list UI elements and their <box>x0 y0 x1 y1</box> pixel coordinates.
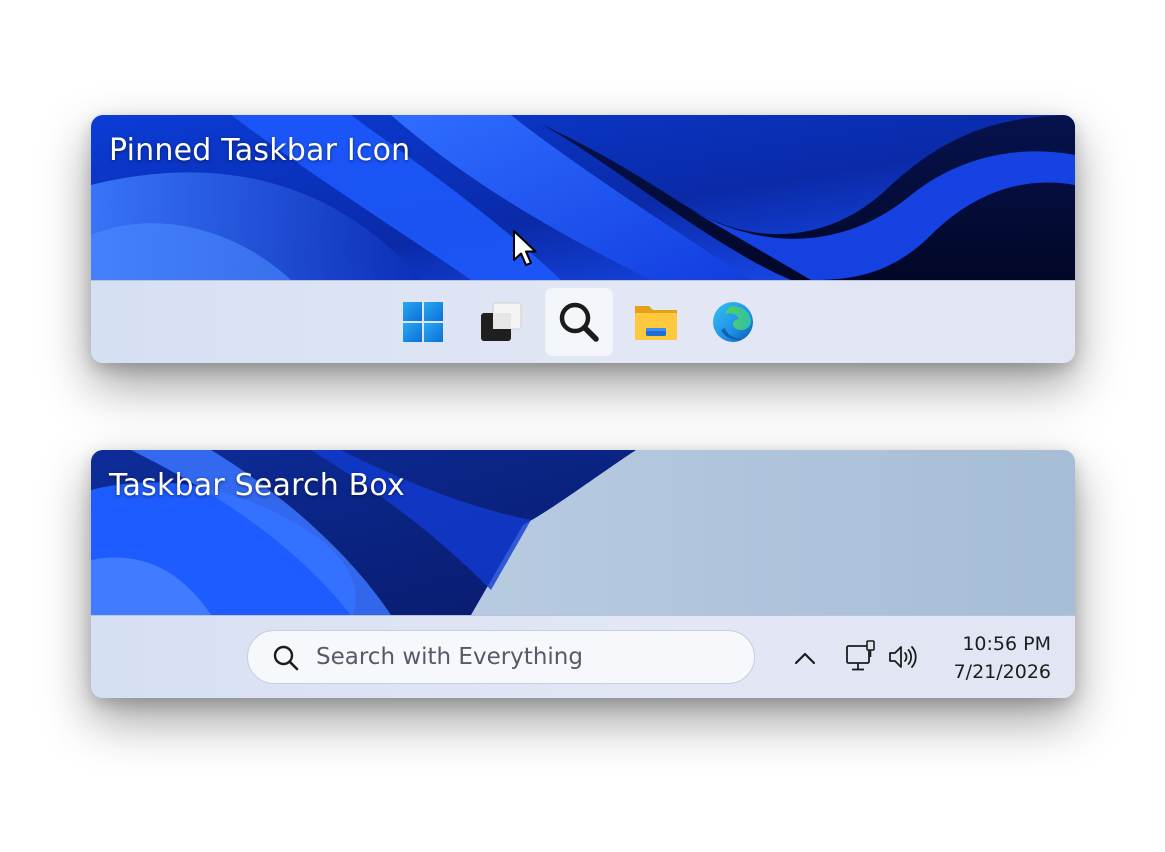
clock-date: 7/21/2026 <box>953 661 1051 683</box>
search-icon <box>273 645 299 671</box>
desktop-wallpaper: Pinned Taskbar Icon <box>91 115 1075 280</box>
taskbar-search-box-panel: Taskbar Search Box 10:56 PM <box>91 450 1075 698</box>
pinned-taskbar-icon-panel: Pinned Taskbar Icon <box>91 115 1075 363</box>
start-button[interactable] <box>390 289 456 355</box>
windows-start-icon <box>403 302 443 342</box>
taskbar-search-box[interactable] <box>247 630 755 684</box>
chevron-up-icon[interactable] <box>791 646 819 670</box>
taskbar-clock[interactable]: 10:56 PM 7/21/2026 <box>931 630 1051 686</box>
taskbar <box>91 280 1075 363</box>
task-view-icon <box>481 302 522 341</box>
network-icon[interactable] <box>845 640 877 674</box>
volume-icon[interactable] <box>887 643 919 671</box>
file-explorer-icon <box>635 306 677 340</box>
file-explorer-button[interactable] <box>623 289 689 355</box>
desktop-wallpaper: Taskbar Search Box <box>91 450 1075 615</box>
search-icon <box>559 302 599 342</box>
arrow-pointer-icon <box>513 230 537 266</box>
edge-browser-button[interactable] <box>700 289 766 355</box>
panel-title: Taskbar Search Box <box>109 468 406 503</box>
search-input[interactable] <box>316 641 736 673</box>
edge-browser-icon <box>713 302 753 342</box>
search-button[interactable] <box>546 289 612 355</box>
taskbar: 10:56 PM 7/21/2026 <box>91 615 1075 698</box>
task-view-button[interactable] <box>468 289 534 355</box>
panel-title: Pinned Taskbar Icon <box>109 133 411 168</box>
clock-time: 10:56 PM <box>962 633 1051 655</box>
